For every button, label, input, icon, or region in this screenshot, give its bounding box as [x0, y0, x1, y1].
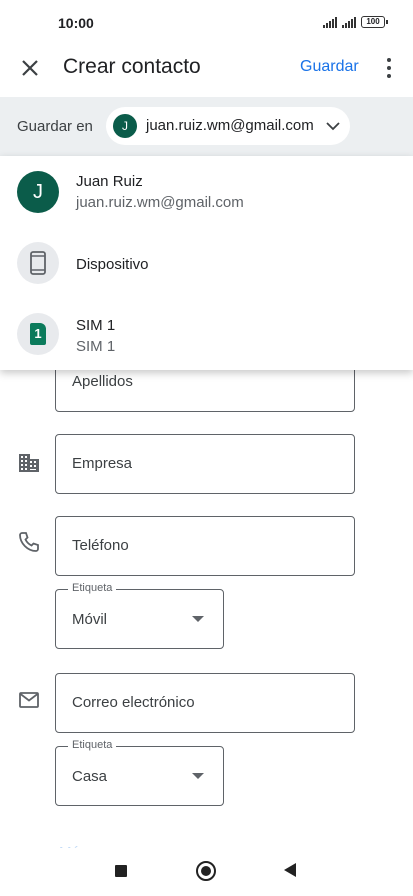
dropdown-arrow-icon — [192, 616, 204, 622]
phone-device-icon — [30, 251, 46, 275]
close-icon[interactable] — [14, 52, 46, 84]
signal-icon-2 — [342, 16, 356, 28]
phone-label-select[interactable]: Etiqueta Móvil — [55, 582, 224, 649]
save-in-label: Guardar en — [17, 118, 93, 135]
phone-label-caption: Etiqueta — [68, 582, 117, 594]
battery-icon: 100 — [361, 16, 388, 28]
email-label-caption: Etiqueta — [68, 739, 117, 751]
back-button[interactable] — [284, 863, 296, 877]
dropdown-item-sim[interactable]: 1 SIM 1 SIM 1 — [0, 300, 413, 370]
account-email: juan.ruiz.wm@gmail.com — [146, 117, 314, 134]
signal-icon — [323, 16, 337, 28]
sim-card-icon: 1 — [30, 323, 46, 345]
save-button[interactable]: Guardar — [300, 58, 359, 76]
email-placeholder: Correo electrónico — [72, 694, 195, 711]
device-label: Dispositivo — [76, 256, 149, 273]
company-placeholder: Empresa — [72, 455, 133, 472]
email-label-value: Casa — [72, 768, 108, 785]
home-button[interactable] — [196, 861, 216, 881]
phone-label-value: Móvil — [72, 611, 108, 628]
chevron-down-icon — [326, 122, 340, 131]
more-options-icon[interactable] — [382, 54, 396, 82]
sim-icon-bg: 1 — [17, 313, 59, 355]
account-avatar: J — [113, 114, 137, 138]
phone-field[interactable]: Teléfono — [55, 516, 355, 576]
status-icons: 100 — [323, 16, 388, 28]
dropdown-item-google-account[interactable]: J Juan Ruiz juan.ruiz.wm@gmail.com — [0, 156, 413, 228]
company-icon — [19, 454, 39, 472]
dropdown-item-device[interactable]: Dispositivo — [0, 228, 413, 300]
company-field[interactable]: Empresa — [55, 434, 355, 494]
email-icon — [19, 692, 39, 708]
email-field[interactable]: Correo electrónico — [55, 673, 355, 733]
account-email: juan.ruiz.wm@gmail.com — [76, 194, 244, 211]
status-time: 10:00 — [58, 15, 94, 31]
sim-sublabel: SIM 1 — [76, 338, 116, 355]
sim-label: SIM 1 — [76, 317, 116, 334]
email-label-select[interactable]: Etiqueta Casa — [55, 739, 224, 806]
account-dropdown-menu: J Juan Ruiz juan.ruiz.wm@gmail.com Dispo… — [0, 156, 413, 370]
surname-placeholder: Apellidos — [72, 373, 133, 390]
account-avatar: J — [17, 171, 59, 213]
phone-icon — [19, 532, 39, 552]
page-title: Crear contacto — [63, 55, 201, 78]
phone-placeholder: Teléfono — [72, 537, 129, 554]
dropdown-arrow-icon — [192, 773, 204, 779]
recents-button[interactable] — [115, 865, 127, 877]
account-name: Juan Ruiz — [76, 173, 143, 190]
device-icon-bg — [17, 242, 59, 284]
